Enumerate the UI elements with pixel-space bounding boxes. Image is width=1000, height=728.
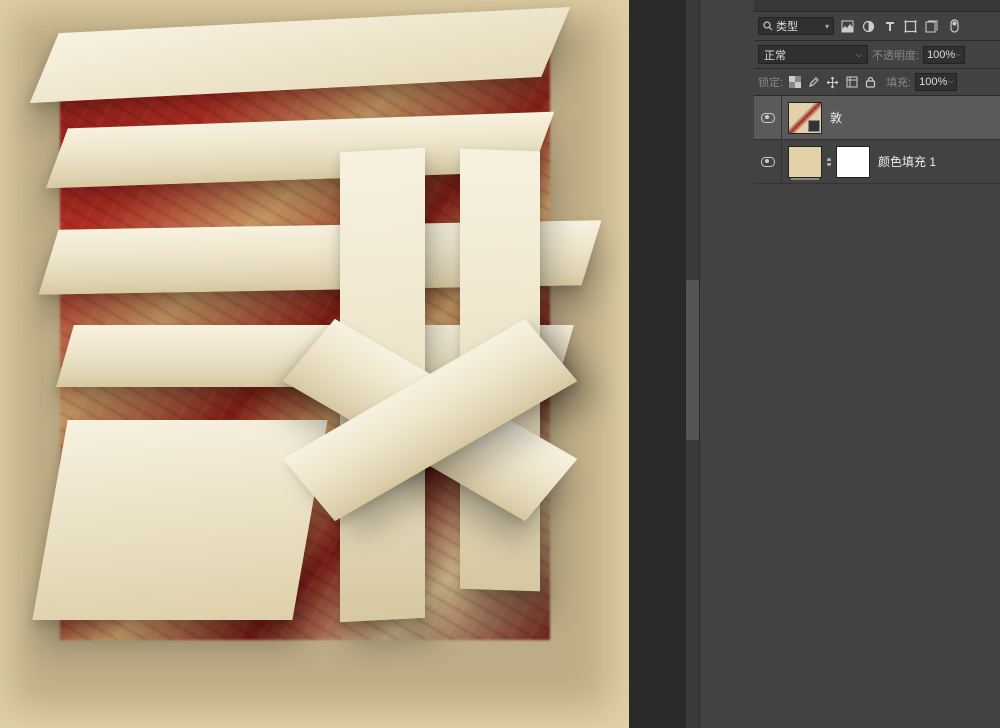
- thumbnail-underline: [791, 178, 819, 180]
- filter-smartobject-icon[interactable]: [924, 19, 939, 34]
- chevron-down-icon: ⌵: [948, 78, 953, 86]
- blend-mode-value: 正常: [764, 47, 786, 63]
- canvas-area[interactable]: [0, 0, 629, 728]
- layer-name[interactable]: 敦: [822, 109, 842, 126]
- document-canvas[interactable]: [0, 0, 629, 728]
- filter-type-icon[interactable]: [882, 19, 897, 34]
- panel-gutter: [629, 0, 699, 728]
- lock-transparency-icon[interactable]: [787, 75, 802, 90]
- chevron-down-icon: ▾: [825, 22, 829, 31]
- artwork-glyph: [10, 0, 610, 720]
- layer-visibility-toggle[interactable]: [754, 140, 782, 183]
- layer-thumbnail[interactable]: [788, 102, 822, 134]
- eye-icon: [761, 157, 775, 167]
- filter-adjustment-icon[interactable]: [861, 19, 876, 34]
- paper-stroke: [32, 420, 327, 620]
- lock-position-icon[interactable]: [825, 75, 840, 90]
- fill-value: 100%: [919, 76, 947, 88]
- chevron-down-icon: ⌵: [956, 51, 961, 59]
- lock-brush-icon[interactable]: [806, 75, 821, 90]
- layers-panel: 类型 ▾ 正常: [700, 0, 1000, 728]
- layer-thumbnail[interactable]: [788, 146, 822, 178]
- layer-name[interactable]: 颜色填充 1: [870, 153, 936, 170]
- mask-link-icon[interactable]: [824, 157, 834, 167]
- lock-row: 锁定: 填充: 100% ⌵: [754, 69, 1000, 96]
- layer-row[interactable]: 颜色填充 1: [754, 140, 1000, 184]
- lock-all-icon[interactable]: [863, 75, 878, 90]
- blend-mode-row: 正常 ⌵ 不透明度: 100% ⌵: [754, 41, 1000, 69]
- panel-tabs[interactable]: [754, 0, 1000, 12]
- blend-mode-dropdown[interactable]: 正常 ⌵: [758, 45, 868, 64]
- opacity-value: 100%: [927, 49, 955, 61]
- layer-filter-row: 类型 ▾: [754, 12, 1000, 41]
- lock-label: 锁定:: [758, 74, 783, 90]
- filter-toggle-icon[interactable]: [947, 19, 962, 34]
- chevron-down-icon: ⌵: [856, 50, 862, 60]
- fill-input[interactable]: 100% ⌵: [915, 73, 957, 91]
- opacity-label: 不透明度:: [872, 47, 919, 63]
- layer-filter-dropdown[interactable]: 类型 ▾: [758, 17, 834, 35]
- layer-mask-thumbnail[interactable]: [836, 146, 870, 178]
- filter-shape-icon[interactable]: [903, 19, 918, 34]
- search-icon: [763, 21, 773, 31]
- filter-pixel-icon[interactable]: [840, 19, 855, 34]
- scrollbar-thumb[interactable]: [686, 280, 699, 440]
- lock-artboard-icon[interactable]: [844, 75, 859, 90]
- fill-label: 填充:: [886, 74, 911, 90]
- scrollbar-track[interactable]: [686, 0, 699, 728]
- filter-label: 类型: [776, 18, 798, 34]
- layers-list: 敦 颜色填充 1: [754, 96, 1000, 184]
- layer-visibility-toggle[interactable]: [754, 96, 782, 139]
- layer-row[interactable]: 敦: [754, 96, 1000, 140]
- opacity-input[interactable]: 100% ⌵: [923, 46, 965, 64]
- eye-icon: [761, 113, 775, 123]
